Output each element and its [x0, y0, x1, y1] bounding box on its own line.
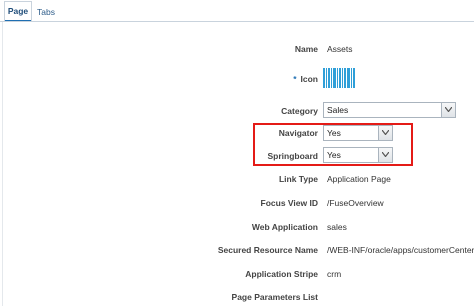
web-application-label: Web Application — [251, 222, 318, 232]
link-type-value: Application Page — [327, 174, 391, 184]
name-value: Assets — [327, 44, 353, 54]
focus-view-value: /FuseOverview — [327, 198, 384, 208]
required-marker: * — [293, 74, 297, 84]
category-label: Category — [281, 106, 318, 116]
secured-resource-label: Secured Resource Name — [217, 245, 318, 255]
tab-tabs[interactable]: Tabs — [37, 7, 55, 17]
page-parameters-label: Page Parameters List — [231, 292, 318, 302]
tab-bar: Page Tabs — [0, 0, 474, 26]
category-select-value: Sales — [327, 105, 349, 115]
asset-icon[interactable] — [323, 68, 355, 88]
application-stripe-label: Application Stripe — [245, 269, 318, 279]
secured-resource-value: /WEB-INF/oracle/apps/customerCenter/infr… — [327, 245, 474, 255]
category-select[interactable]: Sales — [323, 102, 456, 118]
highlight-box — [253, 123, 413, 166]
icon-label: Icon — [300, 74, 318, 84]
web-application-value: sales — [327, 222, 347, 232]
tab-page-label: Page — [7, 6, 29, 16]
link-type-label: Link Type — [278, 174, 318, 184]
chevron-down-icon[interactable] — [441, 103, 455, 117]
tab-tabs-label: Tabs — [37, 7, 55, 17]
icon-label-group: * Icon — [293, 74, 318, 84]
tab-divider — [0, 21, 474, 22]
left-border — [2, 22, 3, 306]
tab-page[interactable]: Page — [4, 1, 32, 22]
name-label: Name — [294, 44, 318, 54]
application-stripe-value: crm — [327, 269, 342, 279]
focus-view-label: Focus View ID — [260, 198, 318, 208]
